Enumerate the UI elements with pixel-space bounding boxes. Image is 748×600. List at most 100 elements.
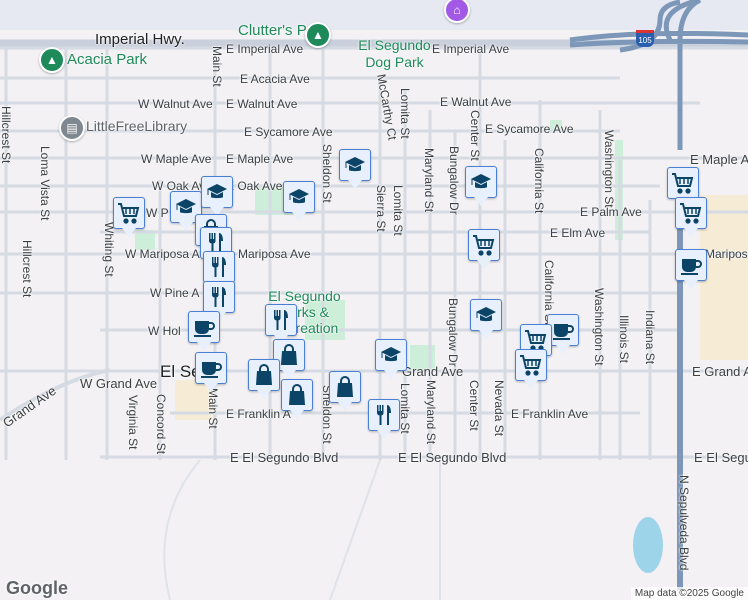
street-label: Sierra St xyxy=(374,185,388,232)
cart-icon xyxy=(520,355,542,376)
street-label: E Walnut Ave xyxy=(440,95,512,109)
cart-marker[interactable] xyxy=(675,197,707,237)
restaurant-marker[interactable] xyxy=(265,304,297,344)
coffee-marker[interactable] xyxy=(188,311,220,351)
street-label: W P xyxy=(146,206,169,220)
street-label: E Franklin Ave xyxy=(511,407,589,421)
cart-marker[interactable] xyxy=(113,197,145,237)
street-label: Virginia St xyxy=(126,395,140,450)
street-label: Nevada St xyxy=(492,380,506,437)
coffee-icon xyxy=(194,321,215,337)
street-label: E El Segundo Blvd xyxy=(230,450,339,465)
school-marker[interactable] xyxy=(339,149,371,189)
street-label: Sheldon St xyxy=(320,144,334,203)
school-marker[interactable] xyxy=(470,299,502,339)
school-icon xyxy=(289,189,309,204)
bag-icon xyxy=(281,344,297,365)
school-marker[interactable] xyxy=(283,181,315,221)
restaurant-icon xyxy=(212,257,226,277)
street-label: Mariposa Ave xyxy=(238,247,311,261)
place-label: LittleFreeLibrary xyxy=(86,118,188,134)
street-label: Loma Vista St xyxy=(38,146,52,221)
street-label: E Walnut Ave xyxy=(226,97,298,111)
street-label: Hillcrest St xyxy=(20,240,34,298)
restaurant-icon xyxy=(212,287,226,307)
street-label: Bungalow Dr xyxy=(447,146,461,215)
cart-marker[interactable] xyxy=(667,167,699,207)
street-label: E Maple Ave xyxy=(226,152,294,166)
cart-marker[interactable] xyxy=(515,349,547,389)
place-label: Acacia Park xyxy=(67,51,148,68)
street-label: Maryland St xyxy=(424,380,438,445)
street-label: Maryland St xyxy=(422,148,436,213)
restaurant-icon xyxy=(377,405,391,425)
street-label: N Sepulveda Blvd xyxy=(677,475,691,571)
street-label: E Sycamore Ave xyxy=(244,125,333,139)
street-label: E Elm Ave xyxy=(550,226,606,240)
street-label: Center St xyxy=(468,110,482,161)
street-label: Concord St xyxy=(154,394,168,455)
street-label: E Imperial Ave xyxy=(226,42,304,56)
school-marker[interactable] xyxy=(375,339,407,379)
street-label: W Maple Ave xyxy=(141,152,212,166)
street-label: Bungalow Dr xyxy=(446,298,460,367)
place-label: El Segundo Dog Park xyxy=(358,37,431,70)
street-label: Main St xyxy=(210,46,224,87)
street-label: E Grand Ave xyxy=(692,364,748,379)
library-pin-icon[interactable]: ▤ xyxy=(59,115,85,141)
cart-marker[interactable] xyxy=(468,229,500,269)
school-icon xyxy=(476,307,496,322)
school-icon xyxy=(471,174,491,189)
restaurant-marker[interactable] xyxy=(203,281,235,321)
bag-marker[interactable] xyxy=(281,379,313,419)
school-marker[interactable] xyxy=(201,176,233,216)
park-pin-icon[interactable]: ▲ xyxy=(39,47,65,73)
street-label: Washington St xyxy=(602,130,616,208)
school-icon xyxy=(381,347,401,362)
street-label: Indiana St xyxy=(643,310,657,365)
cart-icon xyxy=(118,203,140,224)
street-label: California St xyxy=(532,148,546,214)
street-label: E Imperial Ave xyxy=(432,42,510,56)
coffee-marker[interactable] xyxy=(195,352,227,392)
highway-shield-icon: 105 xyxy=(636,30,654,47)
bag-marker[interactable] xyxy=(329,371,361,411)
street-label: E El Segu xyxy=(694,450,748,465)
bag-icon xyxy=(256,364,272,385)
map-attribution[interactable]: Map data ©2025 Google xyxy=(630,587,748,600)
street-label: W Pine A xyxy=(150,286,200,300)
cart-icon xyxy=(473,235,495,256)
street-label: Lomita St xyxy=(398,88,412,139)
school-icon xyxy=(345,157,365,172)
street-label: W Hol xyxy=(148,324,181,338)
restaurant-icon xyxy=(274,310,288,330)
street-label: Illinois St xyxy=(617,315,631,364)
street-label: E Maple Ave xyxy=(690,152,748,167)
coffee-icon xyxy=(553,324,574,340)
street-label: Center St xyxy=(467,380,481,431)
bag-icon xyxy=(337,376,353,397)
coffee-icon xyxy=(681,259,702,275)
bag-icon xyxy=(289,384,305,405)
street-label: Lomita St xyxy=(391,185,405,236)
street-label: Washington St xyxy=(592,288,606,366)
restaurant-marker[interactable] xyxy=(203,251,235,291)
school-marker[interactable] xyxy=(465,166,497,206)
street-label: Hillcrest St xyxy=(0,106,13,164)
google-logo: Google xyxy=(6,578,68,598)
street-label: E El Segundo Blvd xyxy=(398,450,507,465)
street-label: Imperial Hwy. xyxy=(95,31,185,48)
coffee-marker[interactable] xyxy=(675,249,707,289)
bag-marker[interactable] xyxy=(248,359,280,399)
street-label: E Oak Ave xyxy=(226,179,283,193)
street-label: E Sycamore Ave xyxy=(485,122,574,136)
street-label: E Acacia Ave xyxy=(240,72,310,86)
street-label: W Walnut Ave xyxy=(138,97,213,111)
street-label: Whiting St xyxy=(102,222,116,277)
restaurant-marker[interactable] xyxy=(368,399,400,439)
map-canvas[interactable]: Imperial Hwy. E Imperial Ave E Imperial … xyxy=(0,0,748,600)
street-label: Lomita St xyxy=(398,383,412,434)
park-pin-icon[interactable]: ▲ xyxy=(305,22,331,48)
street-label: Mariposa Ave xyxy=(705,247,748,261)
road-network xyxy=(0,0,748,600)
